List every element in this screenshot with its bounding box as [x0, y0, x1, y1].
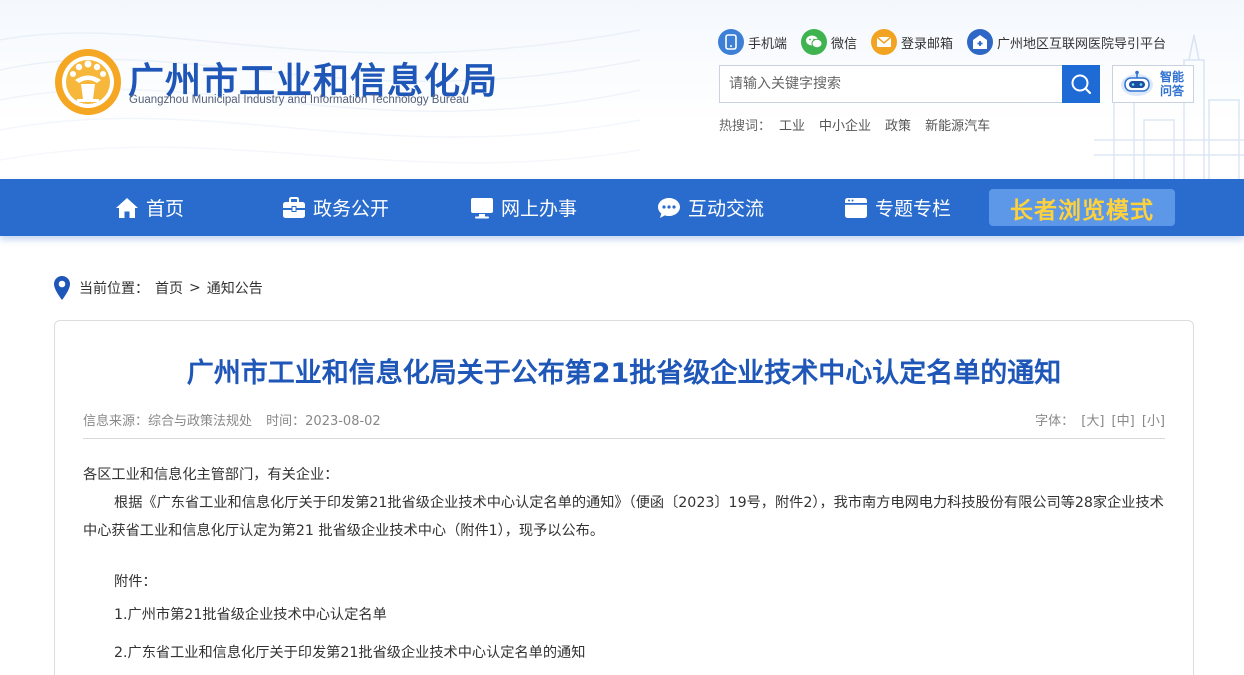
- robot-icon: [1121, 70, 1153, 96]
- chat-icon: [658, 197, 680, 218]
- elder-mode-button[interactable]: 长者浏览模式: [989, 189, 1175, 226]
- mail-icon: [871, 29, 898, 55]
- hospital-icon: [967, 29, 994, 55]
- article-title: 广州市工业和信息化局关于公布第21批省级企业技术中心认定名单的通知: [186, 358, 1062, 389]
- nav-special-topics[interactable]: 专题专栏: [844, 179, 951, 236]
- breadcrumb-separator: >: [189, 280, 201, 296]
- monitor-icon: [471, 197, 493, 218]
- hospital-link-label: 广州地区互联网医院导引平台: [997, 36, 1167, 52]
- article-time: 时间：2023-08-02: [266, 414, 381, 429]
- nav-gov-affairs-label: 政务公开: [313, 198, 390, 220]
- breadcrumb-home-link[interactable]: 首页: [155, 278, 183, 298]
- hot-search-words: 热搜词： 工业 中小企业 政策 新能源汽车: [719, 115, 1004, 134]
- title-divider: [83, 438, 1165, 439]
- nav-interaction-label: 互动交流: [688, 198, 765, 220]
- article-source: 信息来源：综合与政策法规处: [83, 414, 253, 429]
- font-size-switcher: 字体： [大] [中] [小]: [1035, 410, 1165, 429]
- nav-home[interactable]: 首页: [115, 179, 184, 236]
- mobile-link[interactable]: 手机端: [718, 29, 787, 55]
- nav-online-services-label: 网上办事: [501, 198, 578, 220]
- font-size-large-button[interactable]: [大]: [1081, 414, 1104, 429]
- site-header: 广州市工业和信息化局 Guangzhou Municipal Industry …: [0, 0, 1244, 179]
- smart-qa-line1: 智能: [1159, 70, 1184, 84]
- mail-link-label: 登录邮箱: [901, 36, 954, 52]
- smart-qa-button[interactable]: 智能 问答: [1112, 65, 1194, 103]
- hot-search-label: 热搜词：: [719, 119, 772, 134]
- font-size-medium-button[interactable]: [中]: [1112, 414, 1135, 429]
- search-button[interactable]: [1062, 65, 1100, 103]
- article-card: 广州市工业和信息化局关于公布第21批省级企业技术中心认定名单的通知 信息来源：综…: [54, 320, 1194, 675]
- hot-word-industry[interactable]: 工业: [779, 115, 805, 134]
- folder-icon: [845, 197, 867, 218]
- location-pin-icon: [54, 276, 70, 300]
- smart-qa-line2: 问答: [1159, 84, 1184, 98]
- article-body: 各区工业和信息化主管部门，有关企业： 根据《广东省工业和信息化厅关于印发第21批…: [83, 461, 1167, 667]
- wechat-link-label: 微信: [831, 36, 858, 52]
- hot-word-nev[interactable]: 新能源汽车: [925, 115, 990, 134]
- article-paragraph: 根据《广东省工业和信息化厅关于印发第21批省级企业技术中心认定名单的通知》（便函…: [83, 495, 1164, 539]
- breadcrumb-label: 当前位置：: [79, 281, 149, 297]
- breadcrumb-current-link[interactable]: 通知公告: [207, 278, 263, 298]
- home-icon: [116, 197, 138, 218]
- search-box: [719, 65, 1100, 103]
- hot-word-sme[interactable]: 中小企业: [819, 115, 871, 134]
- nav-special-topics-label: 专题专栏: [875, 198, 952, 220]
- mobile-link-label: 手机端: [748, 36, 788, 52]
- attachments-label: 附件：: [114, 574, 157, 590]
- main-nav: 首页 政务公开 网上办事 互动交流 专题专栏 长者浏览模式: [0, 179, 1244, 236]
- mobile-icon: [718, 29, 744, 55]
- nav-gov-affairs[interactable]: 政务公开: [282, 179, 389, 236]
- search-icon: [1071, 74, 1092, 95]
- nav-home-label: 首页: [146, 198, 185, 220]
- search-input[interactable]: [720, 66, 1063, 102]
- breadcrumb: 当前位置： 首页 > 通知公告: [53, 275, 263, 301]
- nav-interaction[interactable]: 互动交流: [657, 179, 764, 236]
- nav-online-services[interactable]: 网上办事: [470, 179, 577, 236]
- briefcase-icon: [283, 196, 305, 218]
- bureau-logo: [55, 49, 121, 115]
- attachment-link-1[interactable]: 1.广州市第21批省级企业技术中心认定名单: [83, 601, 1167, 629]
- attachment-link-2[interactable]: 2.广东省工业和信息化厅关于印发第21批省级企业技术中心认定名单的通知: [83, 639, 1167, 667]
- wechat-icon: [801, 29, 828, 55]
- hot-word-policy[interactable]: 政策: [885, 115, 911, 134]
- article-salutation: 各区工业和信息化主管部门，有关企业：: [83, 467, 339, 483]
- quick-links: 手机端 微信 登录邮箱 广州地区互联网医院导引平台: [718, 29, 1180, 55]
- article-meta: 信息来源：综合与政策法规处 时间：2023-08-02: [83, 410, 381, 429]
- font-size-small-button[interactable]: [小]: [1142, 414, 1165, 429]
- font-size-label: 字体：: [1035, 414, 1075, 429]
- site-subtitle-en: Guangzhou Municipal Industry and Informa…: [129, 94, 469, 106]
- wechat-link[interactable]: 微信: [801, 29, 857, 55]
- hospital-link[interactable]: 广州地区互联网医院导引平台: [967, 29, 1166, 55]
- smart-qa-label: 智能 问答: [1157, 70, 1187, 98]
- mail-link[interactable]: 登录邮箱: [871, 29, 953, 55]
